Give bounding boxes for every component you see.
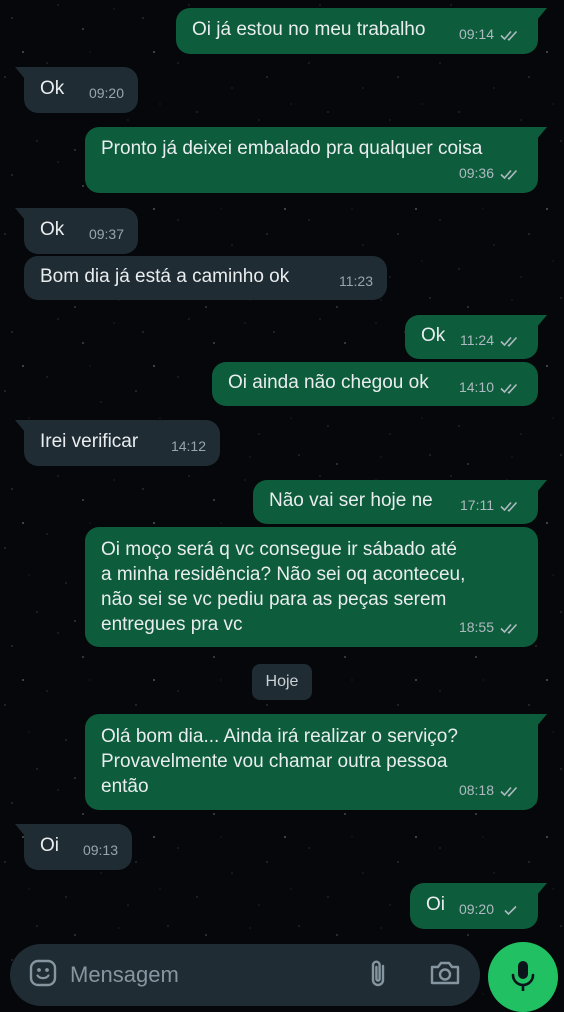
- message-time: 09:13: [82, 842, 118, 858]
- voice-record-button[interactable]: [488, 942, 558, 1012]
- message-time: 09:20: [458, 901, 494, 917]
- message-time: 09:20: [88, 85, 124, 101]
- message-time: 11:23: [339, 273, 373, 289]
- message-time: 08:18: [458, 782, 494, 798]
- message-outgoing[interactable]: Olá bom dia... Ainda irá realizar o serv…: [85, 714, 547, 810]
- message-text: Ok: [40, 219, 65, 240]
- message-text: Olá bom dia... Ainda irá realizar o serv…: [101, 726, 458, 797]
- message-text: Irei verificar: [40, 431, 139, 452]
- message-outgoing[interactable]: Ok 11:24: [405, 315, 547, 359]
- message-text: Oi ainda não chegou ok: [228, 372, 429, 393]
- emoji-icon[interactable]: [28, 958, 58, 993]
- message-composer[interactable]: Mensagem: [10, 944, 480, 1006]
- message-meta: 18:55: [459, 615, 524, 640]
- message-incoming[interactable]: Bom dia já está a caminho ok 11:23: [24, 256, 387, 300]
- message-text: Oi: [40, 835, 59, 856]
- message-meta: 11:23: [339, 269, 373, 294]
- message-input[interactable]: Mensagem: [70, 962, 179, 988]
- message-incoming[interactable]: Ok 09:37: [15, 208, 138, 254]
- message-meta: 14:12: [171, 434, 206, 459]
- message-text: Oi já estou no meu trabalho: [192, 19, 426, 40]
- message-outgoing[interactable]: Oi ainda não chegou ok 14:10: [212, 362, 538, 406]
- message-meta: 09:14: [459, 22, 524, 47]
- double-check-icon: [500, 336, 518, 347]
- message-time: 14:10: [458, 379, 494, 395]
- message-meta: 17:11: [460, 493, 524, 518]
- message-time: 14:12: [170, 438, 206, 454]
- message-text: Ok: [40, 78, 65, 99]
- message-time: 09:37: [88, 226, 124, 242]
- message-text: Não vai ser hoje ne: [269, 490, 433, 511]
- message-text: Bom dia já está a caminho ok: [40, 266, 290, 287]
- message-text: Oi moço será q vc consegue ir sábado até…: [101, 539, 466, 635]
- camera-icon[interactable]: [428, 958, 462, 993]
- message-time: 11:24: [460, 332, 494, 348]
- double-check-icon: [500, 383, 518, 394]
- message-meta: 09:36: [459, 161, 524, 186]
- message-meta: 09:13: [83, 838, 118, 863]
- message-meta: 09:20: [89, 81, 124, 106]
- message-time: 17:11: [460, 497, 494, 513]
- message-incoming[interactable]: Irei verificar 14:12: [15, 420, 220, 466]
- message-time: 09:14: [458, 26, 494, 42]
- chat-area[interactable]: Oi já estou no meu trabalho 09:14 Ok 09:…: [0, 0, 564, 940]
- double-check-icon: [500, 786, 518, 797]
- single-check-icon: [504, 905, 517, 915]
- message-incoming[interactable]: Ok 09:20: [15, 67, 138, 113]
- message-meta: 09:37: [89, 222, 124, 247]
- microphone-icon: [511, 961, 535, 991]
- paperclip-icon[interactable]: [364, 958, 394, 995]
- double-check-icon: [500, 169, 518, 180]
- message-outgoing[interactable]: Oi moço será q vc consegue ir sábado até…: [85, 527, 538, 647]
- double-check-icon: [500, 30, 518, 41]
- message-text: Pronto já deixei embalado pra qualquer c…: [101, 138, 483, 159]
- message-outgoing[interactable]: Oi já estou no meu trabalho 09:14: [176, 8, 547, 54]
- message-time: 09:36: [458, 165, 494, 181]
- message-meta: 09:20: [459, 897, 524, 922]
- message-time: 18:55: [458, 619, 494, 635]
- date-separator: Hoje: [252, 664, 312, 700]
- message-outgoing[interactable]: Oi 09:20: [410, 883, 547, 929]
- message-outgoing[interactable]: Pronto já deixei embalado pra qualquer c…: [85, 127, 547, 193]
- message-text: Oi: [426, 894, 445, 915]
- double-check-icon: [500, 623, 518, 634]
- message-meta: 11:24: [460, 328, 524, 353]
- message-text: Ok: [421, 325, 446, 346]
- message-meta: 14:10: [459, 375, 524, 400]
- double-check-icon: [500, 501, 518, 512]
- message-meta: 08:18: [459, 778, 524, 803]
- message-incoming[interactable]: Oi 09:13: [15, 824, 132, 870]
- message-outgoing[interactable]: Não vai ser hoje ne 17:11: [253, 480, 547, 524]
